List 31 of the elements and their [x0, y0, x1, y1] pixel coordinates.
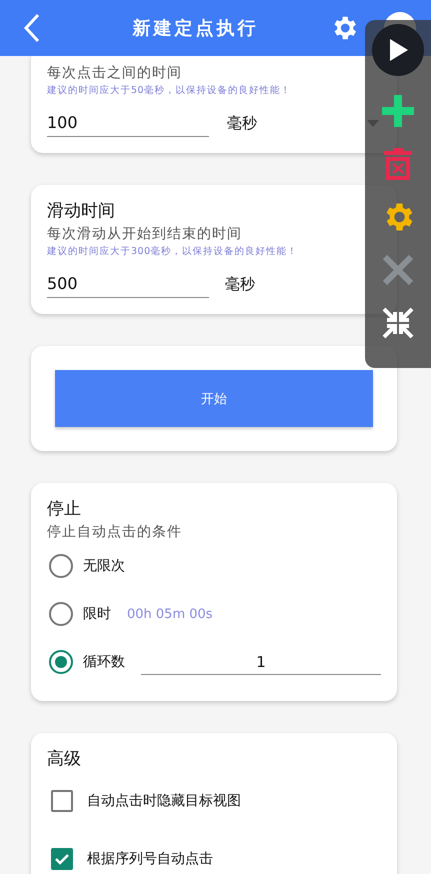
card-description: 停止自动点击的条件 [47, 523, 183, 541]
swipe-field[interactable]: 500 [47, 270, 209, 298]
option-label: 无限次 [83, 557, 125, 575]
checkbox[interactable] [51, 848, 73, 870]
card-title: 滑动时间 [47, 200, 116, 222]
back-icon[interactable] [22, 13, 42, 43]
collapse-button[interactable] [380, 305, 416, 341]
unit-label: 毫秒 [225, 274, 255, 294]
card-description: 每次点击之间的时间 [47, 64, 183, 82]
add-button[interactable] [380, 93, 416, 129]
count-field[interactable]: 1 [141, 650, 381, 674]
card-title: 高级 [47, 748, 82, 770]
unit-dropdown[interactable]: 毫秒 [227, 114, 367, 132]
option-label: 限时 [83, 605, 111, 623]
option-label: 自动点击时隐藏目标视图 [87, 792, 241, 810]
radio-button[interactable] [49, 602, 73, 626]
page-title: 新建定点执行 [131, 17, 260, 40]
hint-text: 建议的时间应大于50毫秒，以保持设备的良好性能！ [47, 84, 292, 97]
radio-button[interactable] [49, 650, 73, 674]
play-button[interactable] [372, 24, 424, 76]
option-label: 根据序列号自动点击 [87, 850, 213, 868]
card-description: 每次滑动从开始到结束的时间 [47, 225, 243, 243]
play-icon [387, 38, 409, 62]
checkbox[interactable] [51, 790, 73, 812]
option-label: 循环数 [83, 653, 125, 671]
interval-field[interactable]: 100 [47, 109, 209, 137]
start-button[interactable]: 开始 [55, 370, 373, 427]
hint-text: 建议的时间应大于300毫秒，以保持设备的良好性能！ [47, 245, 299, 258]
card-title: 停止 [47, 498, 82, 520]
check-icon [54, 851, 70, 867]
radio-button[interactable] [49, 554, 73, 578]
